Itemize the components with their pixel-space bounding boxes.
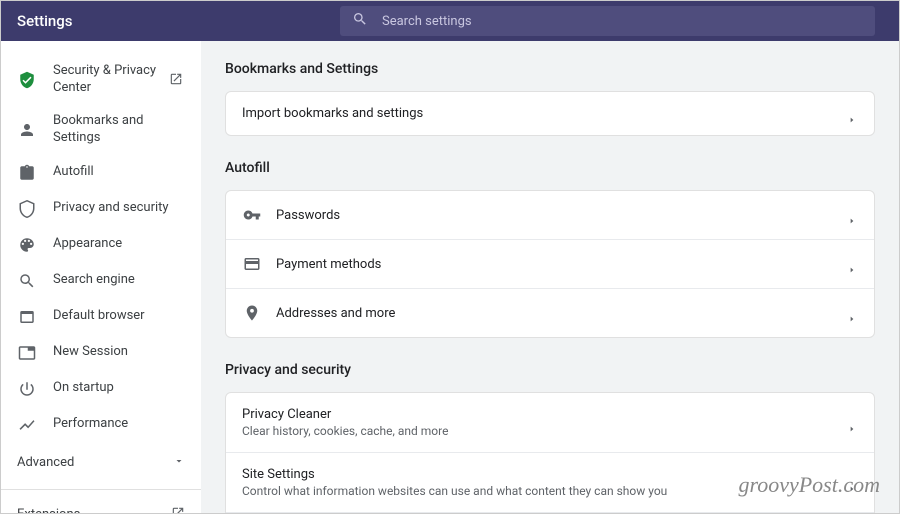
chevron-right-icon (848, 478, 858, 488)
sidebar-item-label: Search engine (53, 272, 185, 289)
chevron-right-icon (848, 308, 858, 318)
chevron-right-icon (848, 210, 858, 220)
search-icon (17, 271, 37, 291)
row-sublabel: Clear history, cookies, cache, and more (242, 424, 848, 438)
person-icon (17, 120, 37, 140)
page-title: Settings (17, 12, 340, 30)
chevron-right-icon (848, 259, 858, 269)
card: Privacy Cleaner Clear history, cookies, … (225, 392, 875, 513)
sidebar-item-search-engine[interactable]: Search engine (1, 263, 201, 299)
advanced-label: Advanced (17, 455, 74, 470)
sidebar-item-label: Bookmarks and Settings (53, 113, 185, 147)
row-passwords[interactable]: Passwords (226, 191, 874, 240)
sidebar-item-label: Privacy and security (53, 200, 185, 217)
sidebar-item-label: Security & Privacy Center (53, 63, 169, 97)
power-icon (17, 379, 37, 399)
section-title: Privacy and security (225, 362, 875, 378)
sidebar: Security & Privacy Center Bookmarks and … (1, 41, 201, 513)
external-link-icon (171, 506, 185, 513)
sidebar-item-startup[interactable]: On startup (1, 371, 201, 407)
chart-line-icon (17, 415, 37, 435)
clipboard-icon (17, 163, 37, 183)
sidebar-item-label: Appearance (53, 236, 185, 253)
row-sublabel: Control what information websites can us… (242, 484, 848, 498)
main-content: Bookmarks and Settings Import bookmarks … (201, 41, 899, 513)
sidebar-item-performance[interactable]: Performance (1, 407, 201, 443)
header-bar: Settings (1, 1, 899, 41)
sidebar-item-label: New Session (53, 344, 185, 361)
shield-check-icon (17, 70, 37, 90)
sidebar-item-label: Autofill (53, 164, 185, 181)
section-bookmarks: Bookmarks and Settings Import bookmarks … (225, 61, 875, 136)
row-payment-methods[interactable]: Payment methods (226, 240, 874, 289)
sidebar-item-extensions[interactable]: Extensions (1, 496, 201, 513)
shield-icon (17, 199, 37, 219)
location-icon (242, 303, 262, 323)
palette-icon (17, 235, 37, 255)
row-label: Passwords (276, 208, 848, 223)
sidebar-item-label: Default browser (53, 308, 185, 325)
row-label: Payment methods (276, 257, 848, 272)
sidebar-item-bookmarks[interactable]: Bookmarks and Settings (1, 105, 201, 155)
row-label: Privacy Cleaner (242, 407, 848, 422)
browser-icon (17, 307, 37, 327)
row-label: Import bookmarks and settings (242, 106, 848, 121)
sidebar-item-security-privacy-center[interactable]: Security & Privacy Center (1, 55, 201, 105)
search-input[interactable] (382, 14, 863, 29)
row-privacy-cleaner[interactable]: Privacy Cleaner Clear history, cookies, … (226, 393, 874, 453)
search-box[interactable] (340, 6, 875, 36)
section-privacy: Privacy and security Privacy Cleaner Cle… (225, 362, 875, 513)
row-site-settings[interactable]: Site Settings Control what information w… (226, 453, 874, 513)
row-label: Site Settings (242, 467, 848, 482)
tab-icon (17, 343, 37, 363)
sidebar-item-new-session[interactable]: New Session (1, 335, 201, 371)
section-title: Autofill (225, 160, 875, 176)
row-import-bookmarks[interactable]: Import bookmarks and settings (226, 92, 874, 135)
divider (1, 489, 201, 490)
sidebar-item-label: Performance (53, 416, 185, 433)
chevron-down-icon (173, 455, 185, 471)
sidebar-item-appearance[interactable]: Appearance (1, 227, 201, 263)
card: Import bookmarks and settings (225, 91, 875, 136)
sidebar-item-privacy[interactable]: Privacy and security (1, 191, 201, 227)
advanced-toggle[interactable]: Advanced (1, 443, 201, 483)
row-addresses[interactable]: Addresses and more (226, 289, 874, 337)
card: Passwords Payment methods Addresses and … (225, 190, 875, 338)
section-autofill: Autofill Passwords Payment methods Addre… (225, 160, 875, 338)
row-label: Addresses and more (276, 306, 848, 321)
sidebar-item-autofill[interactable]: Autofill (1, 155, 201, 191)
sidebar-item-label: On startup (53, 380, 185, 397)
credit-card-icon (242, 254, 262, 274)
chevron-right-icon (848, 109, 858, 119)
section-title: Bookmarks and Settings (225, 61, 875, 77)
extensions-label: Extensions (17, 507, 80, 513)
external-link-icon (169, 72, 185, 88)
sidebar-item-default-browser[interactable]: Default browser (1, 299, 201, 335)
search-icon (352, 11, 382, 31)
chevron-right-icon (848, 418, 858, 428)
key-icon (242, 205, 262, 225)
